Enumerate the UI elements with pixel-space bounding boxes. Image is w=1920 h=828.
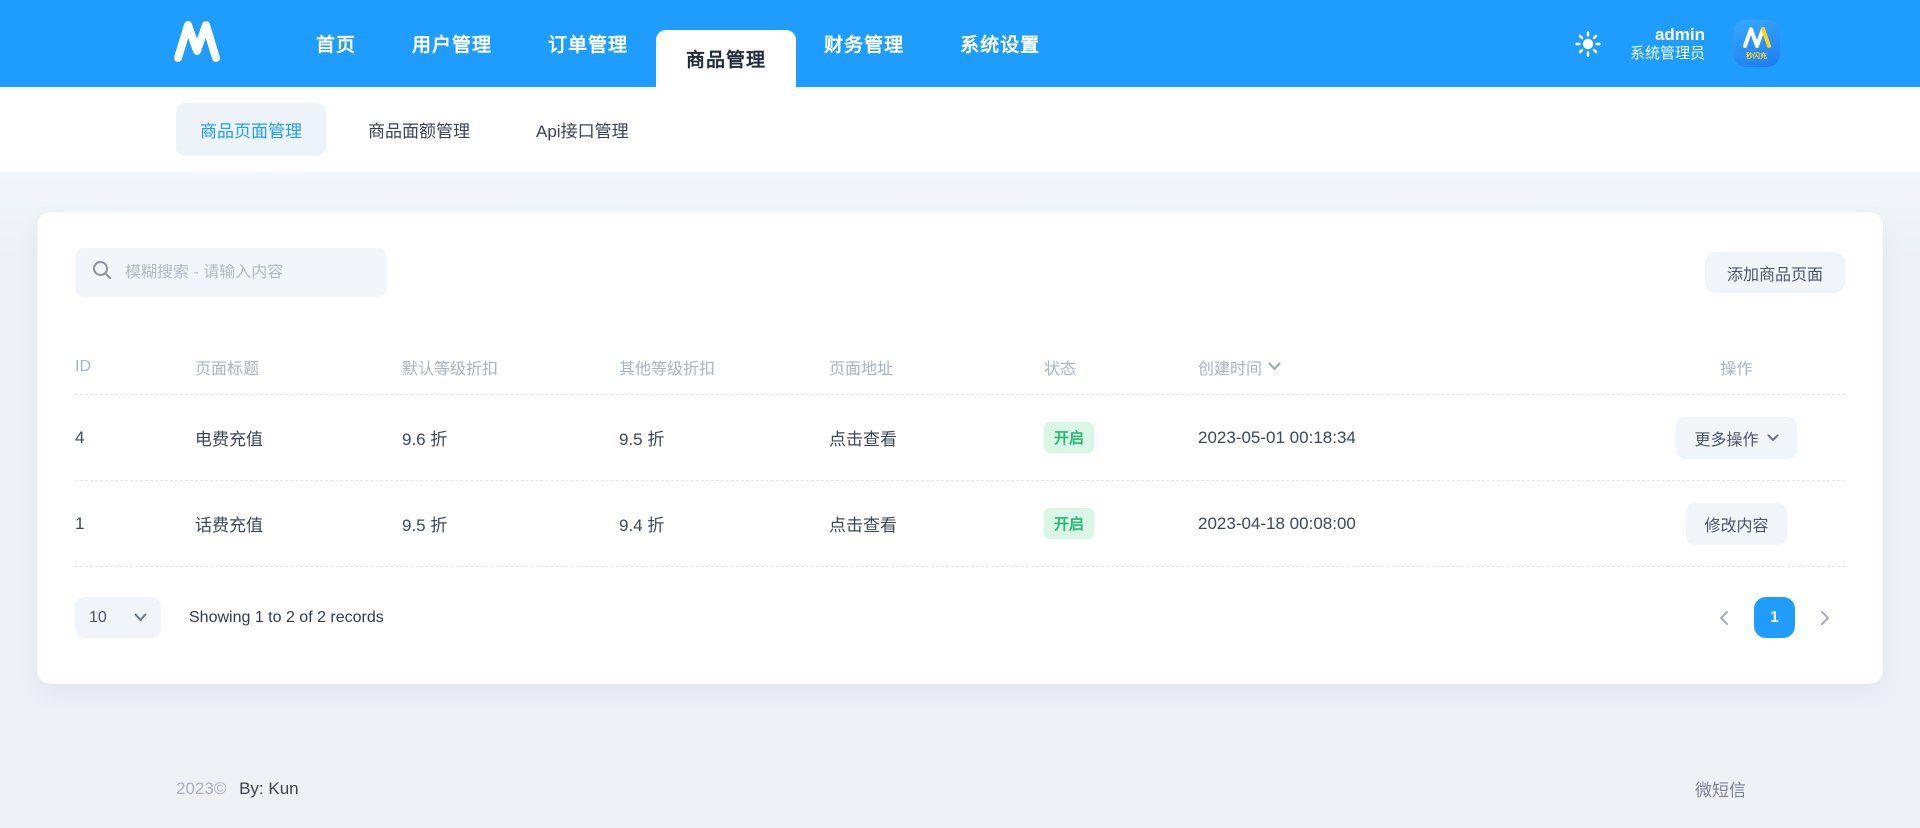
col-page-url: 页面地址 [829,360,894,378]
cell-actions: 更多操作 [1628,416,1845,459]
cell-actions: 修改内容 [1628,502,1845,545]
subtab-api[interactable]: Api接口管理 [512,103,653,156]
subtab-product-pages[interactable]: 商品页面管理 [176,103,326,156]
more-actions-label: 更多操作 [1694,431,1759,449]
search-icon [91,259,113,286]
col-id: ID [75,357,91,375]
user-name: admin [1654,24,1705,44]
status-badge: 开启 [1044,508,1095,539]
nav-item-products[interactable]: 商品管理 [656,30,797,87]
pagination-bar: 10 Showing 1 to 2 of 2 records 1 [75,597,1845,638]
cell-title: 电费充值 [195,430,263,449]
nav-item-settings[interactable]: 系统设置 [932,0,1068,87]
status-badge: 开启 [1044,422,1095,453]
col-actions: 操作 [1720,360,1753,378]
header-right: admin 系统管理员 秒闪充 [1574,20,1780,67]
chevron-down-icon [134,609,147,627]
chevron-right-icon[interactable] [1805,598,1845,638]
cell-id: 1 [75,513,85,533]
cell-status: 开启 [1044,508,1198,539]
avatar-m-logo-icon [1742,26,1772,53]
nav-item-home[interactable]: 首页 [288,0,384,87]
col-created-at-label: 创建时间 [1198,360,1263,378]
subnav: 商品页面管理 商品面额管理 Api接口管理 [0,87,1920,172]
table-row: 1 话费充值 9.5 折 9.4 折 点击查看 开启 2023-04-18 00… [75,481,1845,567]
cell-status: 开启 [1044,422,1198,453]
cell-default-discount: 9.6 折 [402,430,448,449]
m-logo-icon [171,18,221,69]
chevron-left-icon[interactable] [1704,598,1744,638]
main-nav: 首页 用户管理 订单管理 商品管理 财务管理 系统设置 [288,0,1068,87]
subtab-product-denominations[interactable]: 商品面额管理 [344,103,494,156]
footer-copyright: 2023© [176,778,227,798]
table-row: 4 电费充值 9.6 折 9.5 折 点击查看 开启 2023-05-01 00… [75,395,1845,481]
footer-left: 2023© By: Kun [176,779,299,799]
page-size-value: 10 [89,608,107,626]
page-size-select[interactable]: 10 [75,597,161,638]
avatar-caption: 秒闪充 [1746,53,1767,60]
footer-author: By: Kun [239,778,299,798]
card-toolbar: 添加商品页面 [75,248,1845,297]
col-status: 状态 [1044,360,1077,378]
cell-created-at: 2023-05-01 00:18:34 [1198,427,1356,447]
chevron-down-icon [1767,429,1779,447]
cell-page-link[interactable]: 点击查看 [829,425,1044,450]
nav-item-finance[interactable]: 财务管理 [796,0,932,87]
edit-content-button[interactable]: 修改内容 [1686,502,1787,545]
top-header: 首页 用户管理 订单管理 商品管理 财务管理 系统设置 admin 系统管理员 [0,0,1920,87]
sun-icon[interactable] [1574,30,1602,58]
user-meta: admin 系统管理员 [1630,24,1705,64]
search-box[interactable] [75,248,387,297]
pagination-summary: Showing 1 to 2 of 2 records [189,608,384,626]
cell-default-discount: 9.5 折 [402,516,448,535]
cell-id: 4 [75,427,85,447]
more-actions-button[interactable]: 更多操作 [1676,416,1797,459]
edit-content-label: 修改内容 [1704,517,1769,535]
col-other-discount: 其他等级折扣 [619,360,716,378]
page-footer: 2023© By: Kun 微短信 [0,776,1920,801]
user-role: 系统管理员 [1629,44,1705,62]
cell-created-at: 2023-04-18 00:08:00 [1198,513,1356,533]
search-input[interactable] [125,263,371,282]
nav-item-users[interactable]: 用户管理 [384,0,520,87]
avatar[interactable]: 秒闪充 [1733,20,1780,67]
cell-other-discount: 9.5 折 [619,430,665,449]
brand-logo[interactable] [170,18,222,70]
product-pages-card: 添加商品页面 ID 页面标题 默认等级折扣 其他等级折扣 页面地址 状态 创建时… [37,212,1883,684]
col-created-at[interactable]: 创建时间 [1198,355,1628,379]
page-button-1[interactable]: 1 [1754,597,1795,638]
pagination-controls: 1 [1704,597,1845,638]
main-content: 添加商品页面 ID 页面标题 默认等级折扣 其他等级折扣 页面地址 状态 创建时… [0,172,1920,684]
cell-page-link[interactable]: 点击查看 [829,511,1044,536]
cell-title: 话费充值 [195,516,263,535]
footer-link[interactable]: 微短信 [1695,776,1746,801]
nav-item-orders[interactable]: 订单管理 [520,0,656,87]
add-product-page-button[interactable]: 添加商品页面 [1704,252,1845,293]
col-title: 页面标题 [195,360,260,378]
sort-chevron-down-icon[interactable] [1268,358,1281,376]
cell-other-discount: 9.4 折 [619,516,665,535]
product-pages-table: ID 页面标题 默认等级折扣 其他等级折扣 页面地址 状态 创建时间 操作 4 … [75,339,1845,567]
table-header-row: ID 页面标题 默认等级折扣 其他等级折扣 页面地址 状态 创建时间 操作 [75,339,1845,395]
col-default-discount: 默认等级折扣 [402,360,499,378]
